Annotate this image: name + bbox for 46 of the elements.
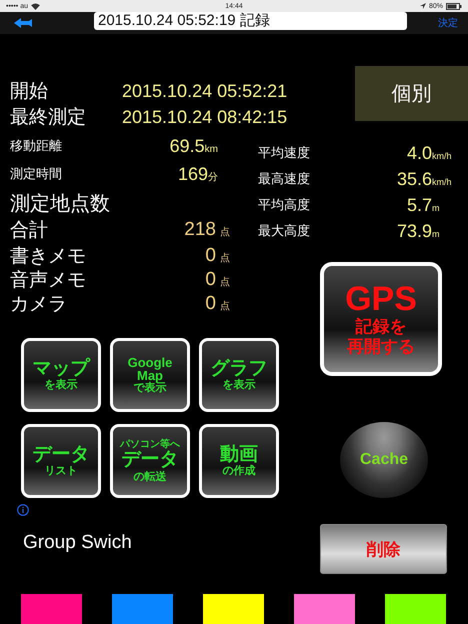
menu-tile-button[interactable]: 動画 の作成 (199, 424, 279, 498)
stat-value: 0 点 (204, 245, 230, 267)
menu-tile-button[interactable]: マップ を表示 (21, 338, 101, 412)
menu-tile-button[interactable]: パソコン等へ データ の転送 (110, 424, 190, 498)
color-swatch[interactable] (21, 594, 82, 624)
stat-value: 73.9m (396, 220, 440, 242)
stat-value: 0 点 (204, 293, 230, 315)
stat-label: 平均速度 (258, 144, 311, 162)
stat-value: 218 点 (183, 219, 230, 241)
stat-value: 35.6km/h (396, 168, 453, 190)
wifi-icon (30, 2, 40, 10)
stat-value: 4.0km/h (406, 142, 453, 164)
stat-value: 69.5km (168, 136, 218, 156)
stat-value: 169分 (176, 164, 218, 184)
color-swatch[interactable] (294, 594, 355, 624)
gps-resume-button[interactable]: GPS 記録を 再開する (320, 262, 442, 376)
stat-value: 2015.10.24 05:52:21 (122, 80, 288, 102)
battery-icon (446, 2, 462, 10)
stat-label: 最高速度 (258, 170, 311, 188)
stat-value: 0 点 (204, 269, 230, 291)
info-icon[interactable] (17, 504, 29, 516)
stat-label: 書きメモ (10, 245, 87, 269)
stat-label: 平均高度 (258, 196, 311, 214)
stat-label: 測定時間 (10, 165, 63, 183)
back-arrow-icon[interactable] (14, 18, 32, 28)
stat-label: 最大高度 (258, 222, 311, 240)
stat-label: 測定地点数 (10, 192, 111, 216)
stat-label: 移動距離 (10, 137, 63, 155)
stat-value: 5.7m (406, 194, 440, 216)
menu-tile-button[interactable]: グラフ を表示 (199, 338, 279, 412)
stat-label: 最終測定 (10, 106, 87, 130)
done-button[interactable]: 決定 (438, 16, 458, 30)
color-swatch[interactable] (385, 594, 446, 624)
stat-label: 開始 (10, 80, 49, 104)
location-icon (420, 3, 426, 9)
individual-button[interactable]: 個別 (355, 66, 468, 121)
stat-label: 音声メモ (10, 269, 87, 293)
color-swatch[interactable] (112, 594, 173, 624)
title-field[interactable]: 2015.10.24 05:52:19 記録 (94, 12, 407, 30)
menu-tile-button[interactable]: データ リスト (21, 424, 101, 498)
group-switch-label: Group Swich (23, 532, 132, 554)
stat-value: 2015.10.24 08:42:15 (122, 106, 288, 128)
menu-tile-button[interactable]: Google Map で表示 (110, 338, 190, 412)
color-swatch[interactable] (203, 594, 264, 624)
stat-label: 合計 (10, 219, 49, 243)
stat-label: カメラ (10, 293, 68, 317)
